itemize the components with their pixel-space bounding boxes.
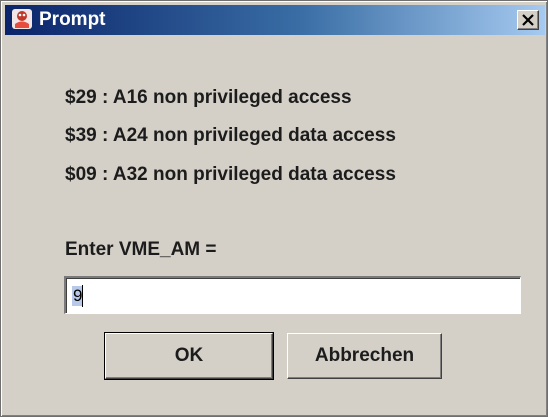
text-caret	[82, 285, 83, 307]
close-icon	[522, 14, 534, 26]
java-app-icon	[11, 8, 33, 30]
title-bar[interactable]: Prompt	[5, 5, 545, 35]
message-line-3: $09 : A32 non privileged data access	[65, 164, 396, 185]
cancel-button[interactable]: Abbrechen	[287, 333, 442, 379]
message-line-1: $29 : A16 non privileged access	[65, 87, 352, 108]
ok-button[interactable]: OK	[104, 332, 274, 380]
close-button[interactable]	[517, 10, 539, 30]
message-line-2: $39 : A24 non privileged data access	[65, 125, 396, 146]
dialog-title: Prompt	[39, 9, 106, 30]
prompt-dialog: Prompt $29 : A16 non privileged access $…	[0, 0, 548, 417]
vme-am-input[interactable]: 9	[64, 276, 521, 314]
prompt-label: Enter VME_AM =	[65, 239, 217, 260]
